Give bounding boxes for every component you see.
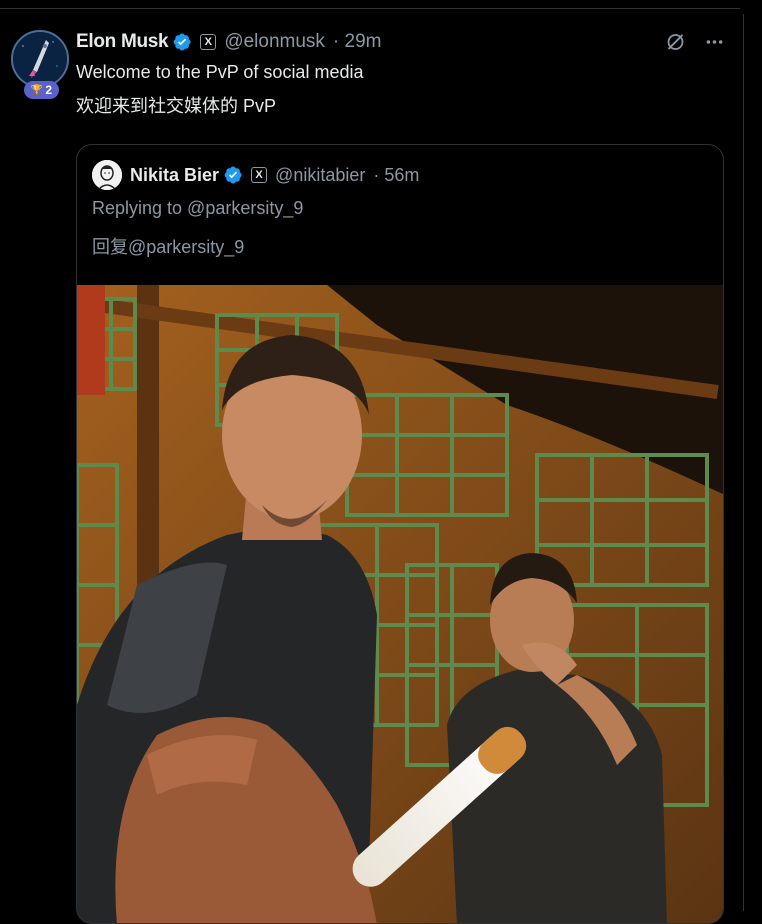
achievement-badge[interactable]: 🏆 2 (24, 81, 59, 99)
grok-icon[interactable] (665, 31, 686, 53)
author-name[interactable]: Elon Musk (76, 31, 169, 53)
replying-to-translation: 回复@parkersity_9 (92, 237, 245, 257)
post-text-translation: 欢迎来到社交媒体的 PvP (76, 96, 277, 116)
verified-icon[interactable] (172, 32, 192, 52)
trophy-icon: 🏆 (30, 84, 44, 96)
more-icon[interactable] (704, 31, 725, 53)
quoted-post-photo[interactable] (77, 285, 723, 923)
avatar-image (92, 160, 122, 190)
quoted-author-handle[interactable]: @nikitabier (275, 165, 365, 186)
timeline: 🏆 2 Elon Musk X @elonmusk · 29m Welcome … (0, 0, 762, 924)
post-body: Welcome to the PvP of social media 欢迎来到社… (76, 60, 716, 118)
post-time[interactable]: · 29m (333, 31, 382, 53)
badge-count-text: 2 (45, 83, 53, 97)
quoted-post-time[interactable]: · 56m (373, 165, 419, 186)
quoted-author-name[interactable]: Nikita Bier (130, 165, 219, 186)
avatar[interactable] (11, 30, 69, 88)
author-avatar-wrapper[interactable]: 🏆 2 (11, 30, 73, 100)
post-header: Elon Musk X @elonmusk · 29m (76, 30, 382, 54)
post-actions (665, 30, 725, 54)
x-affiliate-icon[interactable]: X (200, 34, 217, 50)
author-handle[interactable]: @elonmusk (224, 31, 325, 53)
replying-to-text[interactable]: Replying to @parkersity_9 (92, 198, 303, 219)
quoted-post[interactable]: Nikita Bier X @nikitabier · 56m Replying… (76, 144, 724, 924)
photo-image (77, 285, 723, 923)
quoted-author-avatar[interactable] (92, 160, 122, 190)
verified-icon[interactable] (223, 165, 243, 185)
divider (0, 8, 740, 9)
quoted-post-header: Nikita Bier X @nikitabier · 56m (92, 160, 419, 190)
post-text-line: Welcome to the PvP of social media (76, 62, 364, 82)
x-affiliate-icon[interactable]: X (251, 167, 268, 183)
avatar-image (13, 32, 67, 86)
column-border (743, 14, 744, 911)
